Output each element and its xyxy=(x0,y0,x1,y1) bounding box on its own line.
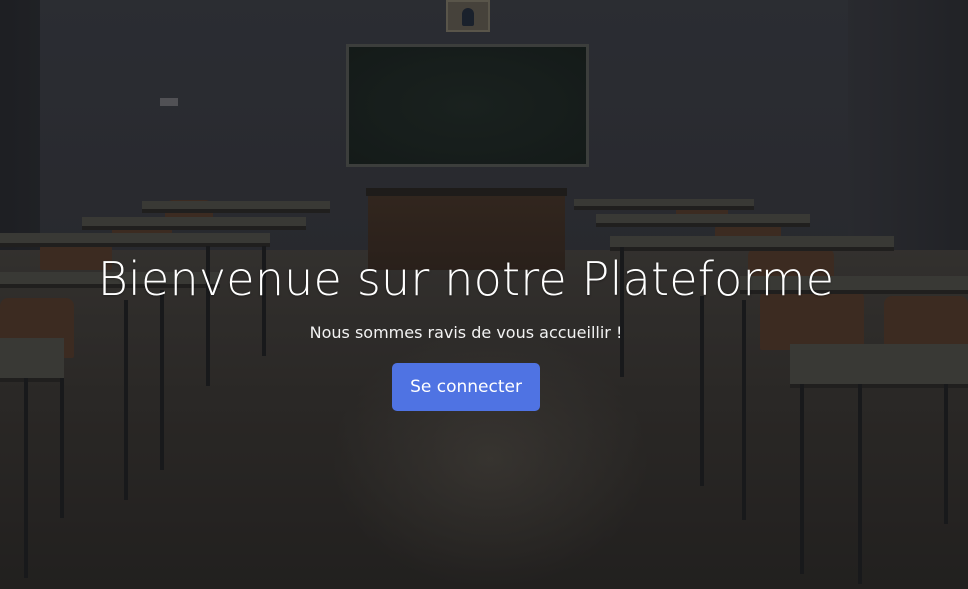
page-title: Bienvenue sur notre Plateforme xyxy=(97,252,835,306)
welcome-subtitle: Nous sommes ravis de vous accueillir ! xyxy=(309,323,623,342)
hero-section: Bienvenue sur notre Plateforme Nous somm… xyxy=(0,0,968,589)
hero-content: Bienvenue sur notre Plateforme Nous somm… xyxy=(0,0,968,589)
login-button[interactable]: Se connecter xyxy=(392,363,540,411)
